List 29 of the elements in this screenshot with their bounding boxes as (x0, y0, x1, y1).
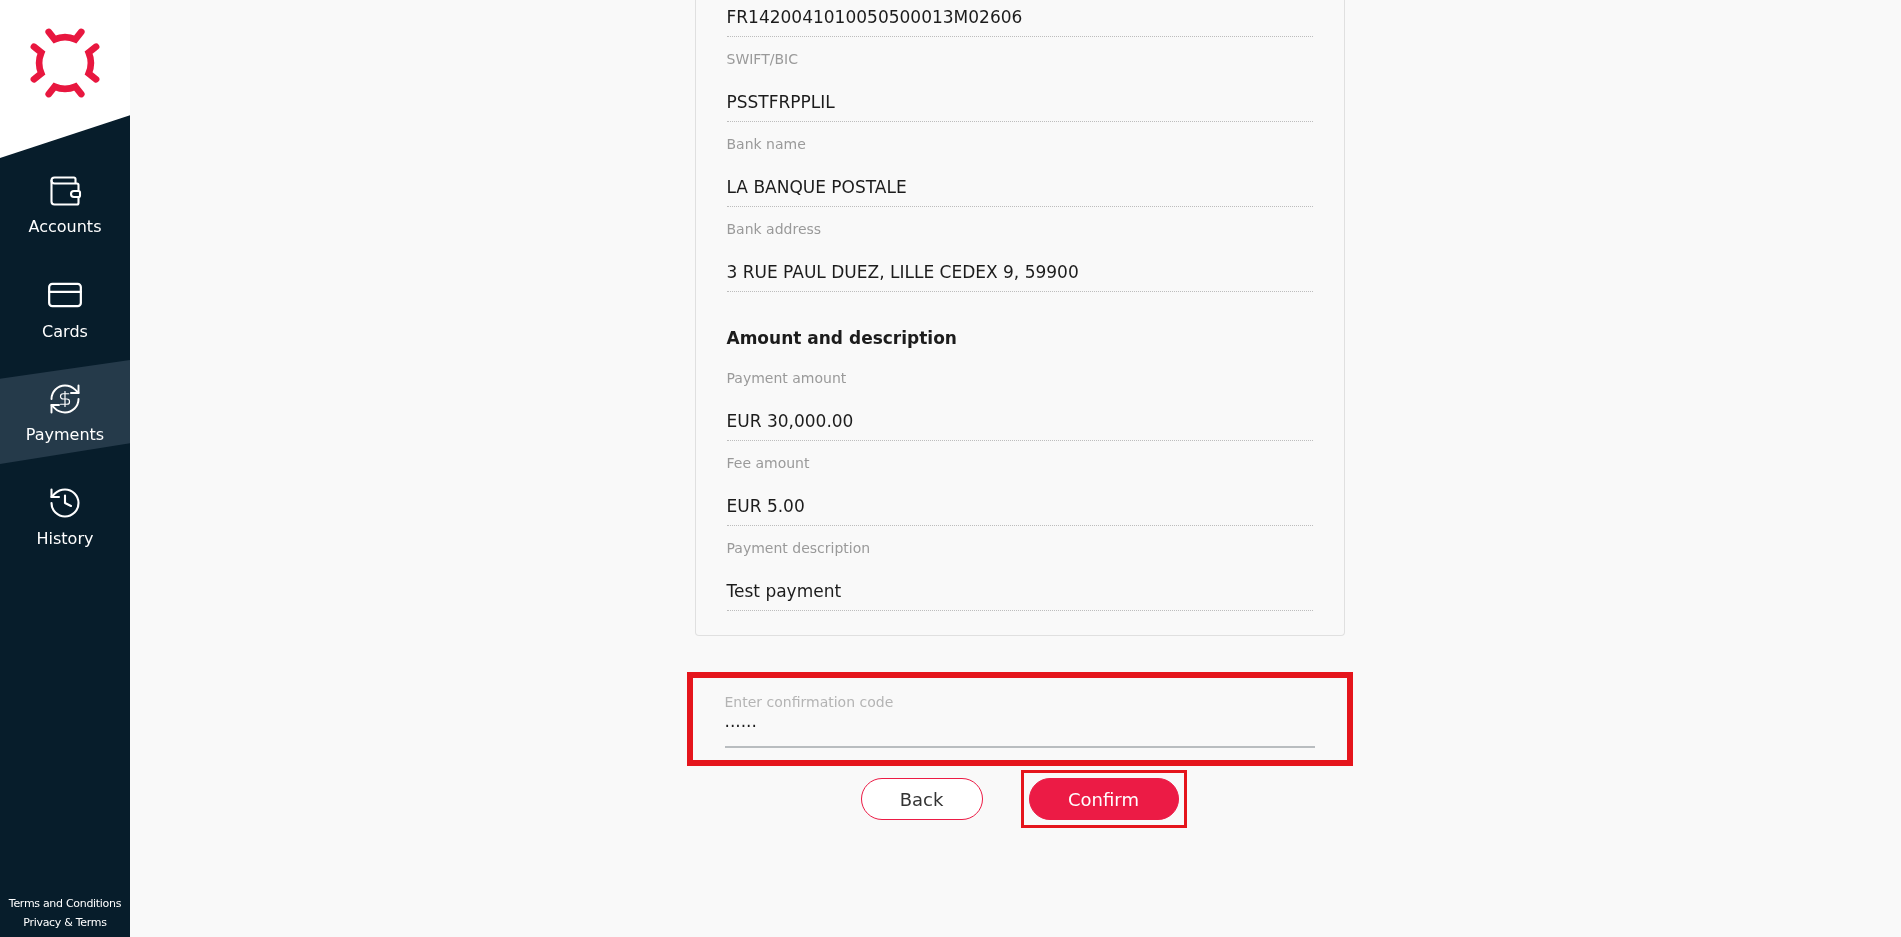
field-value: EUR 30,000.00 (726, 411, 855, 431)
field-label: Fee amount (726, 455, 811, 471)
field-value: EUR 5.00 (726, 496, 806, 516)
logo-icon (28, 26, 102, 100)
sidebar-label: History (36, 528, 94, 548)
field-label: SWIFT/BIC (726, 51, 799, 67)
footer-link[interactable]: Terms and Conditions (8, 897, 122, 910)
field-label: Bank address (726, 221, 823, 237)
confirm-button[interactable]: Confirm (1028, 778, 1179, 820)
sidebar-label: Accounts (28, 216, 102, 236)
section-heading: Amount and description (726, 327, 958, 350)
back-button[interactable]: Back (860, 778, 983, 820)
confirmation-code-field[interactable]: ······ (724, 710, 1315, 748)
field-label: Payment amount (726, 370, 848, 386)
sidebar-item[interactable]: Payments (0, 360, 130, 464)
sidebar-label: Cards (42, 321, 88, 341)
field-value: Test payment (726, 581, 843, 601)
sidebar-item[interactable]: Accounts (0, 152, 130, 256)
footer-link[interactable]: Privacy & Terms (23, 916, 107, 929)
field-value: PSSTFRPPLIL (726, 92, 836, 112)
sidebar-label: Payments (25, 424, 105, 444)
field-value: FR1420041010050500013M02606 (726, 7, 1024, 27)
sidebar-item[interactable]: Cards (0, 256, 130, 360)
field-label: Payment description (726, 540, 872, 556)
sidebar-item[interactable]: History (0, 464, 130, 568)
field-label: Enter confirmation code (724, 694, 895, 710)
field-value: LA BANQUE POSTALE (726, 177, 908, 197)
field-label: Bank name (726, 136, 807, 152)
field-value: 3 RUE PAUL DUEZ, LILLE CEDEX 9, 59900 (726, 262, 1080, 282)
